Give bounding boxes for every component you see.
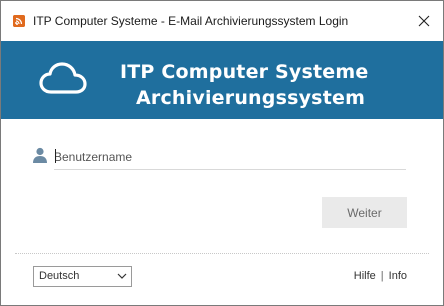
footer-links: Hilfe | Info — [354, 270, 407, 282]
banner-title-line1: ITP Computer Systeme — [120, 61, 369, 83]
header-banner: ITP Computer Systeme Archivierungssystem — [1, 41, 443, 119]
info-link[interactable]: Info — [389, 270, 407, 282]
user-icon — [32, 147, 48, 163]
language-selected-value: Deutsch — [39, 270, 80, 282]
username-input[interactable] — [54, 147, 406, 170]
help-link[interactable]: Hilfe — [354, 270, 376, 282]
login-window: ITP Computer Systeme - E-Mail Archivieru… — [0, 0, 444, 306]
banner-title-line2: Archivierungssystem — [136, 87, 366, 109]
language-select[interactable]: Deutsch — [33, 266, 132, 287]
footer-link-separator: | — [380, 270, 384, 282]
window-title: ITP Computer Systeme - E-Mail Archivieru… — [33, 14, 349, 28]
continue-button[interactable]: Weiter — [322, 197, 407, 228]
chevron-down-icon — [117, 273, 127, 279]
app-icon — [13, 15, 25, 27]
title-bar: ITP Computer Systeme - E-Mail Archivieru… — [1, 1, 443, 41]
close-icon — [418, 15, 430, 27]
cloud-icon — [39, 61, 87, 102]
text-caret — [55, 149, 56, 163]
close-button[interactable] — [411, 9, 437, 33]
footer-divider — [15, 253, 429, 254]
